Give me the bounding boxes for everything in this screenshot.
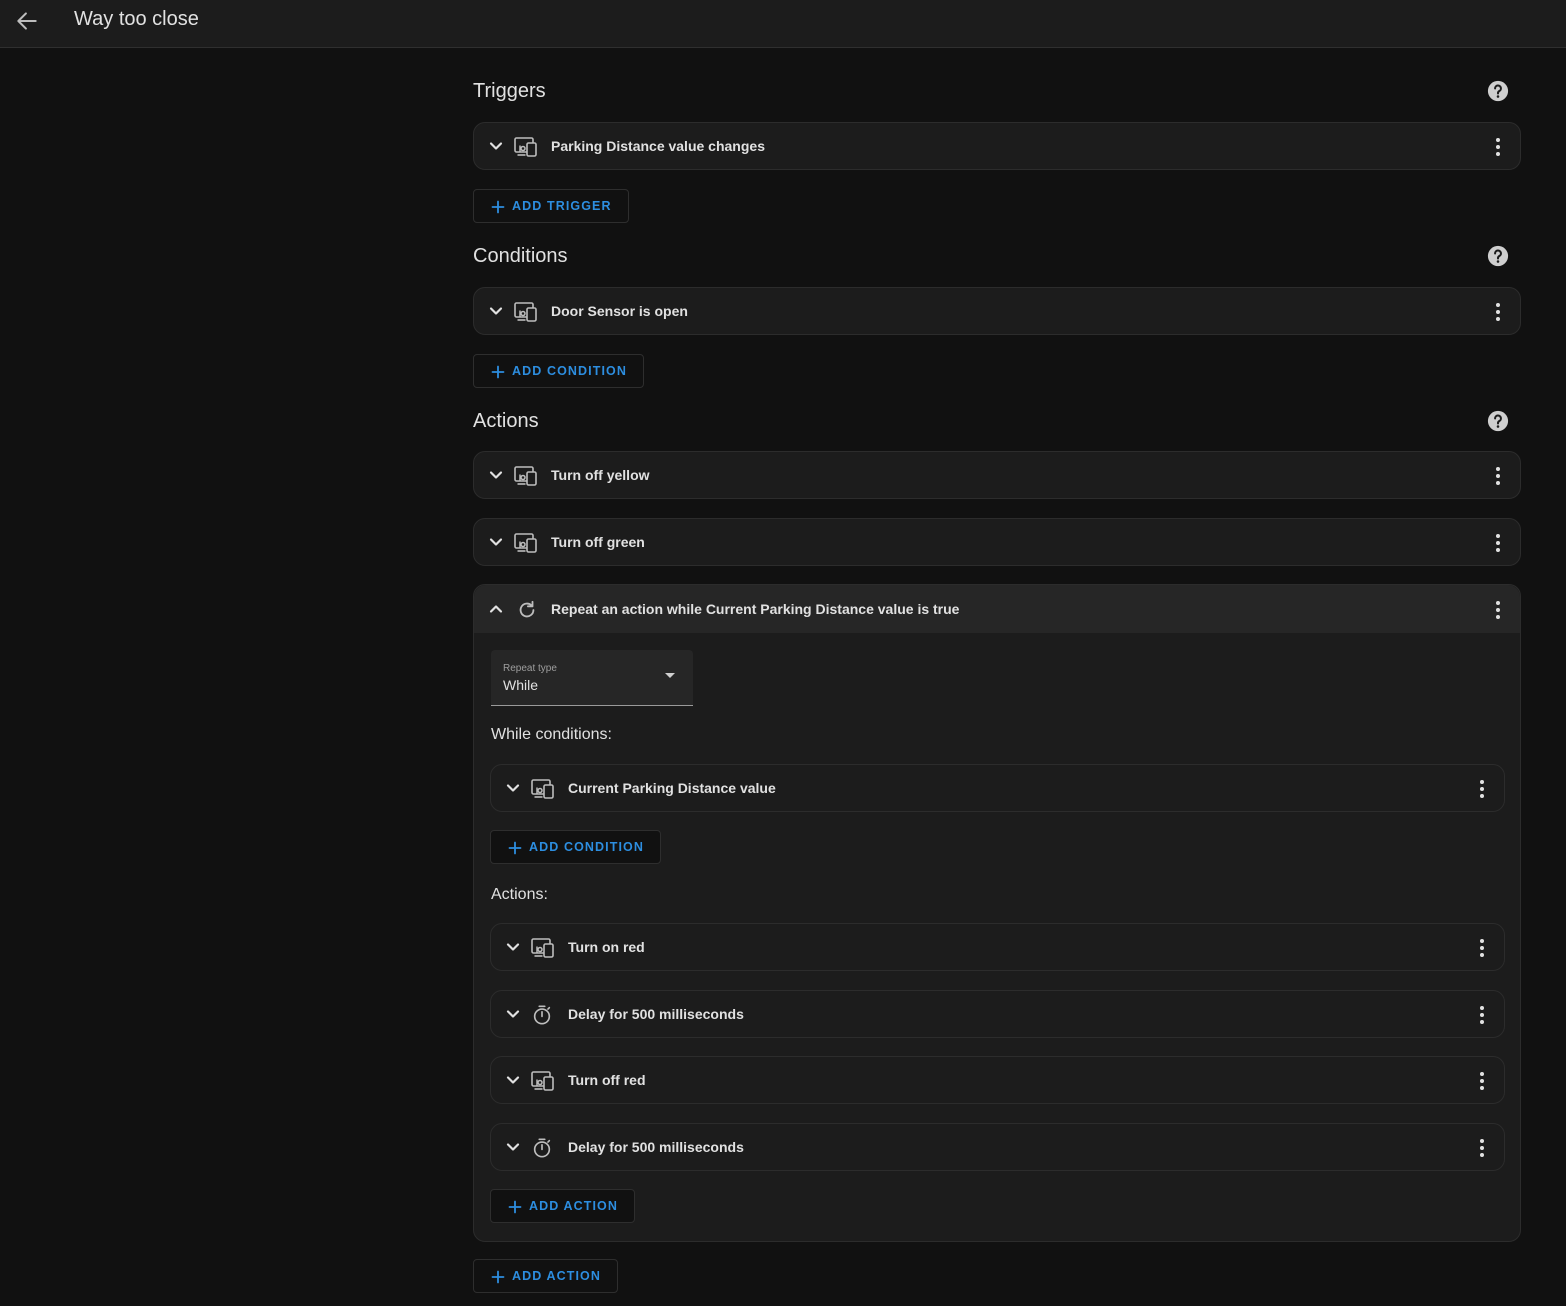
add-condition-label: ADD CONDITION <box>512 364 627 378</box>
triggers-help-icon[interactable] <box>1487 80 1509 102</box>
while-condition-row[interactable]: Current Parking Distance value <box>490 764 1505 812</box>
condition-label: Door Sensor is open <box>551 303 688 319</box>
expand-chevron-down-icon[interactable] <box>503 778 523 798</box>
expand-chevron-down-icon[interactable] <box>486 136 506 156</box>
overflow-menu-icon[interactable] <box>1486 300 1510 324</box>
page-title: Way too close <box>74 8 199 30</box>
add-trigger-label: ADD TRIGGER <box>512 199 612 213</box>
expand-chevron-down-icon[interactable] <box>486 532 506 552</box>
conditions-heading: Conditions <box>473 245 568 267</box>
repeat-type-select[interactable]: Repeat type While <box>491 650 693 706</box>
expand-chevron-down-icon[interactable] <box>503 1004 523 1024</box>
repeat-type-value: While <box>503 677 539 693</box>
plus-icon <box>507 1199 523 1215</box>
device-icon <box>531 778 555 800</box>
while-conditions-label: While conditions: <box>491 726 612 743</box>
trigger-label: Parking Distance value changes <box>551 138 765 154</box>
action-label: Turn off green <box>551 534 645 550</box>
overflow-menu-icon[interactable] <box>1470 1136 1494 1160</box>
repeat-action-row[interactable]: Delay for 500 milliseconds <box>490 990 1505 1038</box>
plus-icon <box>490 364 506 380</box>
device-icon <box>514 136 538 158</box>
repeat-actions-label: Actions: <box>491 886 548 903</box>
condition-row[interactable]: Door Sensor is open <box>473 287 1521 335</box>
add-condition-button[interactable]: ADD CONDITION <box>473 354 644 388</box>
dropdown-caret-icon <box>665 673 675 678</box>
repeat-action-card: Repeat an action while Current Parking D… <box>473 584 1521 1242</box>
conditions-help-icon[interactable] <box>1487 245 1509 267</box>
timer-icon <box>531 1004 555 1026</box>
actions-section-header: Actions <box>473 410 1523 440</box>
device-icon <box>514 532 538 554</box>
add-action-button[interactable]: ADD ACTION <box>473 1259 619 1293</box>
expand-chevron-down-icon[interactable] <box>486 465 506 485</box>
repeat-action-row[interactable]: Turn off red <box>490 1056 1505 1104</box>
plus-icon <box>490 1269 506 1285</box>
overflow-menu-icon[interactable] <box>1486 531 1510 555</box>
expand-chevron-down-icon[interactable] <box>503 1137 523 1157</box>
repeat-action-item-label: Turn on red <box>568 939 645 955</box>
repeat-action-item-label: Delay for 500 milliseconds <box>568 1006 744 1022</box>
action-label: Turn off yellow <box>551 467 650 483</box>
add-trigger-button[interactable]: ADD TRIGGER <box>473 189 629 223</box>
collapse-chevron-up-icon[interactable] <box>486 599 506 619</box>
device-icon <box>531 1070 555 1092</box>
repeat-action-item-label: Delay for 500 milliseconds <box>568 1139 744 1155</box>
overflow-menu-icon[interactable] <box>1470 936 1494 960</box>
action-row[interactable]: Turn off green <box>473 518 1521 566</box>
triggers-section-header: Triggers <box>473 80 1523 110</box>
repeat-action-item-label: Turn off red <box>568 1072 646 1088</box>
add-repeat-action-button[interactable]: ADD ACTION <box>490 1189 636 1223</box>
plus-icon <box>507 840 523 856</box>
device-icon <box>531 937 555 959</box>
overflow-menu-icon[interactable] <box>1486 135 1510 159</box>
while-condition-label: Current Parking Distance value <box>568 780 776 796</box>
repeat-action-label: Repeat an action while Current Parking D… <box>551 601 960 617</box>
triggers-heading: Triggers <box>473 80 546 102</box>
add-while-condition-label: ADD CONDITION <box>529 840 644 854</box>
overflow-menu-icon[interactable] <box>1470 1069 1494 1093</box>
overflow-menu-icon[interactable] <box>1486 464 1510 488</box>
expand-chevron-down-icon[interactable] <box>503 937 523 957</box>
conditions-section-header: Conditions <box>473 245 1523 275</box>
add-action-label: ADD ACTION <box>512 1269 602 1283</box>
actions-heading: Actions <box>473 410 539 432</box>
plus-icon <box>490 199 506 215</box>
repeat-action-header[interactable]: Repeat an action while Current Parking D… <box>474 585 1520 633</box>
overflow-menu-icon[interactable] <box>1486 598 1510 622</box>
actions-help-icon[interactable] <box>1487 410 1509 432</box>
trigger-row[interactable]: Parking Distance value changes <box>473 122 1521 170</box>
timer-icon <box>531 1137 555 1159</box>
add-while-condition-button[interactable]: ADD CONDITION <box>490 830 661 864</box>
repeat-action-row[interactable]: Delay for 500 milliseconds <box>490 1123 1505 1171</box>
overflow-menu-icon[interactable] <box>1470 1003 1494 1027</box>
device-icon <box>514 301 538 323</box>
action-row[interactable]: Turn off yellow <box>473 451 1521 499</box>
repeat-type-label: Repeat type <box>503 663 557 674</box>
add-repeat-action-label: ADD ACTION <box>529 1199 619 1213</box>
repeat-icon <box>516 599 538 621</box>
back-arrow-icon[interactable] <box>14 8 40 34</box>
expand-chevron-down-icon[interactable] <box>503 1070 523 1090</box>
top-app-bar: Way too close <box>0 0 1566 48</box>
overflow-menu-icon[interactable] <box>1470 777 1494 801</box>
expand-chevron-down-icon[interactable] <box>486 301 506 321</box>
device-icon <box>514 465 538 487</box>
repeat-action-row[interactable]: Turn on red <box>490 923 1505 971</box>
